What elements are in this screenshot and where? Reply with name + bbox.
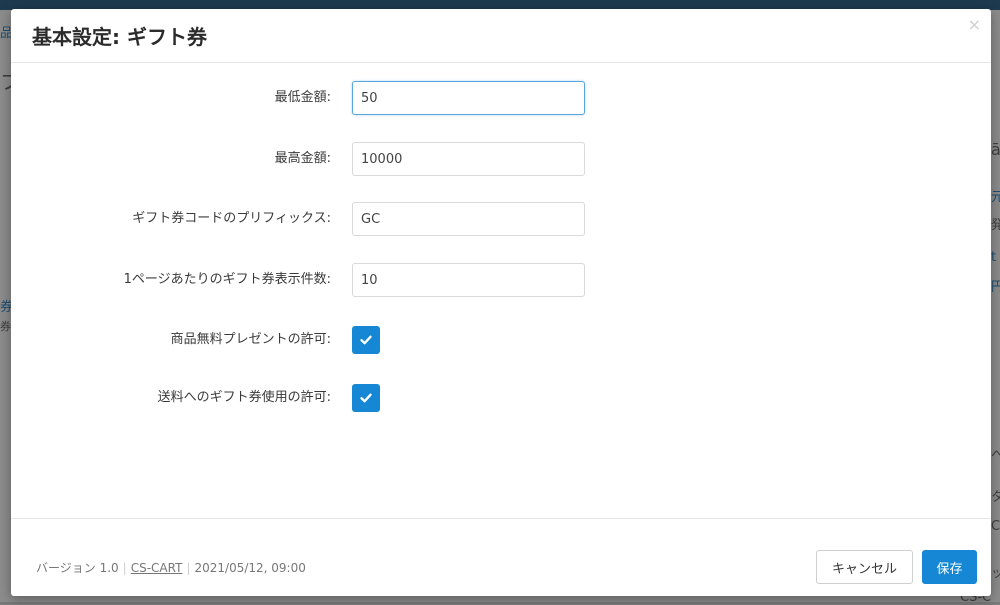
field-free-products: 商品無料プレゼントの許可: xyxy=(11,323,991,357)
free-products-checkbox[interactable] xyxy=(352,326,380,354)
check-icon xyxy=(360,393,372,403)
field-max-amount: 最高金額: xyxy=(11,142,991,176)
release-date: 2021/05/12, 09:00 xyxy=(194,561,306,575)
per-page-label: 1ページあたりのギフト券表示件数: xyxy=(123,272,331,287)
background-text: C xyxy=(991,519,1000,534)
field-per-page: 1ページあたりのギフト券表示件数: xyxy=(11,263,991,297)
version-text: バージョン 1.0 xyxy=(36,561,119,575)
close-icon[interactable]: × xyxy=(968,15,981,35)
field-shipping-use: 送料へのギフト券使用の許可: xyxy=(11,381,991,415)
field-min-amount: 最低金額: xyxy=(11,81,991,115)
dialog-footer: バージョン 1.0 | CS-CART | 2021/05/12, 09:00 キャンセ… xyxy=(11,518,991,597)
max-amount-label: 最高金額: xyxy=(274,151,331,166)
min-amount-label: 最低金額: xyxy=(274,90,331,105)
meta-separator: | xyxy=(186,561,191,575)
shipping-use-label: 送料へのギフト券使用の許可: xyxy=(157,390,331,405)
max-amount-input[interactable] xyxy=(352,142,585,176)
addon-meta: バージョン 1.0 | CS-CART | 2021/05/12, 09:00 xyxy=(36,559,306,576)
dialog-title: 基本設定: ギフト券 xyxy=(32,25,207,49)
shipping-use-checkbox[interactable] xyxy=(352,384,380,412)
field-code-prefix: ギフト券コードのプリフィックス: xyxy=(11,202,991,236)
background-text: 券 xyxy=(0,320,11,333)
background-text: ā xyxy=(991,140,1000,159)
save-button[interactable]: 保存 xyxy=(922,550,977,584)
background-text: ッ xyxy=(991,566,1000,581)
dialog-header: 基本設定: ギフト券 × xyxy=(11,9,991,63)
background-text: 発 xyxy=(991,218,1000,233)
free-products-label: 商品無料プレゼントの許可: xyxy=(170,332,331,347)
dialog-body: 最低金額: 最高金額: ギフト券コードのプリフィックス: 1ページあたりのギフト… xyxy=(11,63,991,518)
background-text: t xyxy=(991,250,997,265)
background-text: タ xyxy=(991,490,1000,505)
per-page-input[interactable] xyxy=(352,263,585,297)
background-text: 元 xyxy=(991,190,1000,205)
code-prefix-label: ギフト券コードのプリフィックス: xyxy=(132,211,331,226)
min-amount-input[interactable] xyxy=(352,81,585,115)
check-icon xyxy=(360,335,372,345)
meta-separator: | xyxy=(122,561,127,575)
vendor-link[interactable]: CS-CART xyxy=(131,561,183,575)
code-prefix-input[interactable] xyxy=(352,202,585,236)
settings-dialog: 基本設定: ギフト券 × 最低金額: 最高金額: ギフト券コードのプリフィックス… xyxy=(11,9,991,596)
background-text: へ xyxy=(991,448,1000,463)
background-text: 円 xyxy=(991,280,1000,295)
cancel-button[interactable]: キャンセル xyxy=(816,550,913,584)
